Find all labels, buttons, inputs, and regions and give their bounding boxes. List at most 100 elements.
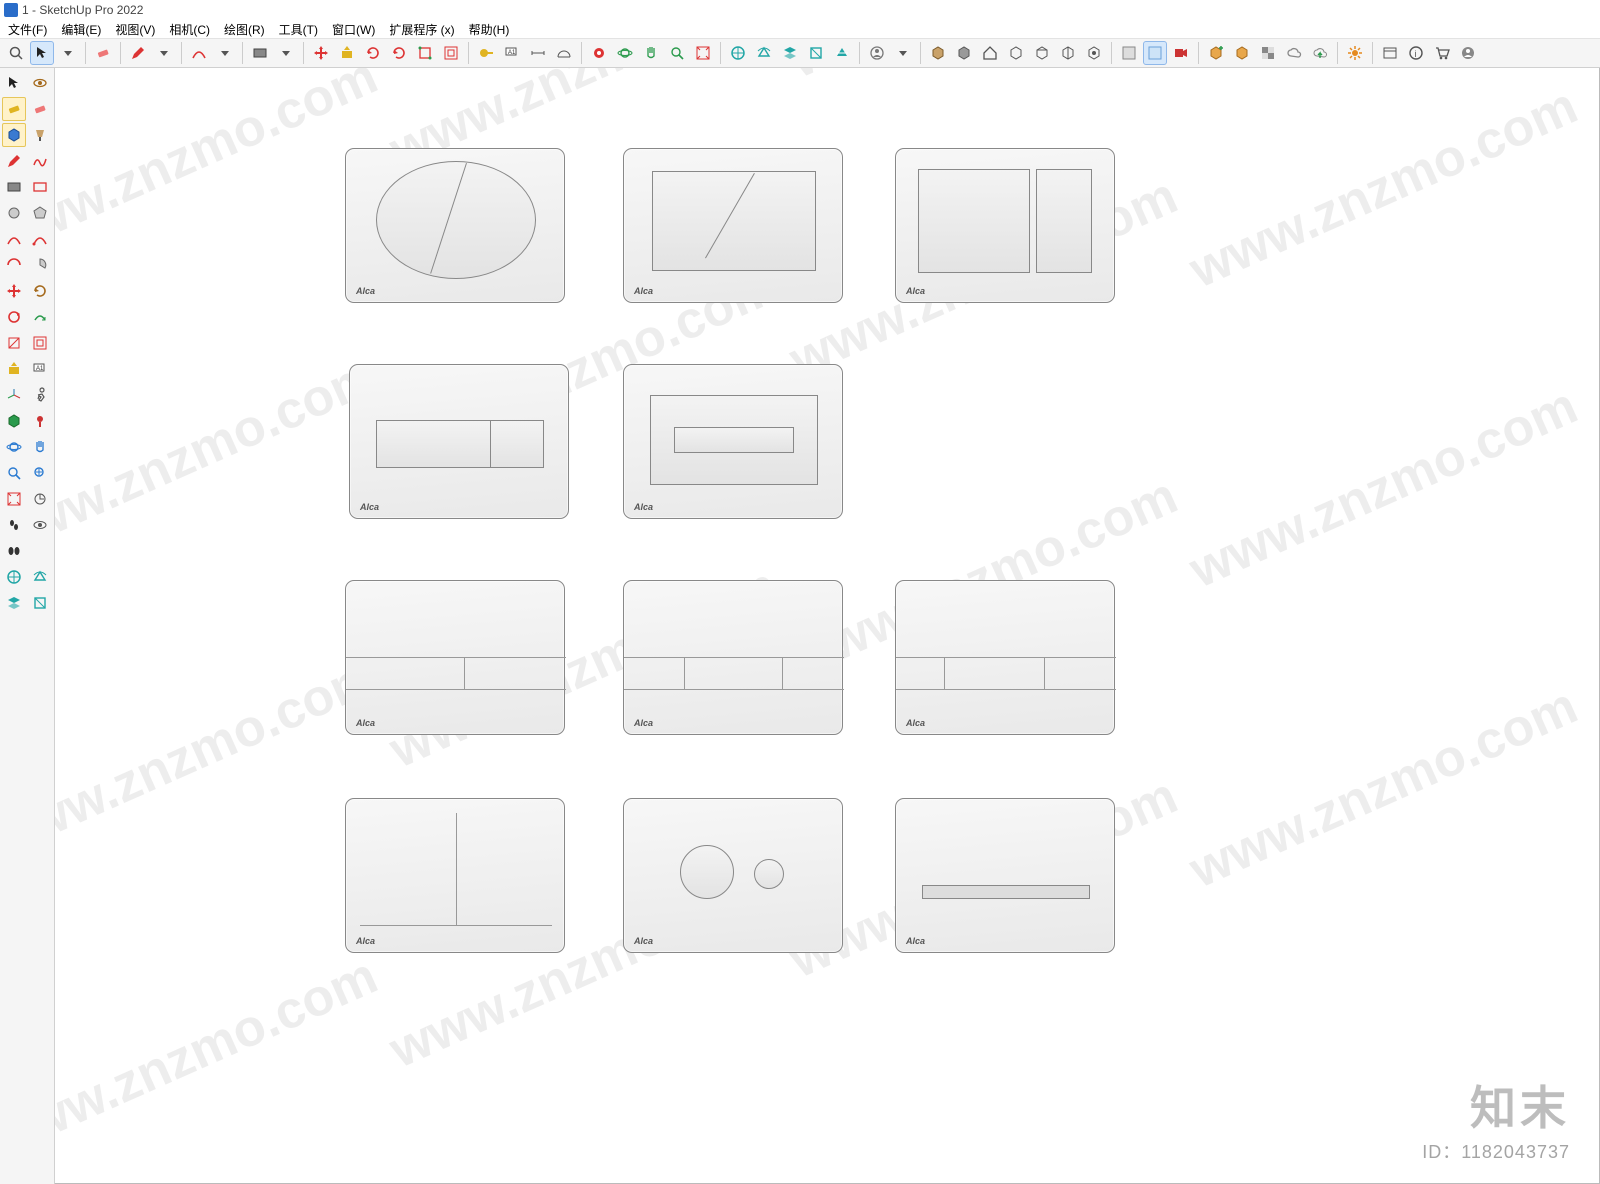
video-button[interactable] xyxy=(1169,41,1193,65)
arc-dropdown-button[interactable] xyxy=(213,41,237,65)
extension-red-button[interactable] xyxy=(587,41,611,65)
info-button[interactable]: i xyxy=(1404,41,1428,65)
offset-red-button[interactable] xyxy=(28,331,52,355)
section-cyan-button[interactable] xyxy=(752,41,776,65)
rect-button[interactable] xyxy=(248,41,272,65)
pie-button[interactable] xyxy=(28,253,52,277)
pan-blue-button[interactable] xyxy=(28,435,52,459)
text-label-button[interactable]: A1 xyxy=(500,41,524,65)
eraser-y-button[interactable] xyxy=(2,97,26,121)
section-cyan2-button[interactable] xyxy=(28,591,52,615)
protractor-button[interactable] xyxy=(552,41,576,65)
box6-button[interactable] xyxy=(1082,41,1106,65)
followme-g-button[interactable] xyxy=(28,305,52,329)
pushpull-button[interactable] xyxy=(335,41,359,65)
menu-edit[interactable]: 编辑(E) xyxy=(57,21,105,38)
section-cut-button[interactable] xyxy=(830,41,854,65)
menu-extensions[interactable]: 扩展程序 (x) xyxy=(385,21,458,38)
user-dropdown-button[interactable] xyxy=(891,41,915,65)
rect-dropdown-button[interactable] xyxy=(274,41,298,65)
walk-ft-button[interactable] xyxy=(2,513,26,537)
select-arrow-button[interactable] xyxy=(2,71,26,95)
menu-draw[interactable]: 绘图(R) xyxy=(220,21,269,38)
geo-cloud-button[interactable] xyxy=(1282,41,1306,65)
eraser2-button[interactable] xyxy=(28,97,52,121)
section-blue2-button[interactable] xyxy=(28,565,52,589)
geo-add-button[interactable] xyxy=(1204,41,1228,65)
zoom-prev-button[interactable] xyxy=(28,461,52,485)
face-style1-button[interactable] xyxy=(1117,41,1141,65)
pencil-red-button[interactable] xyxy=(2,149,26,173)
section-display-button[interactable] xyxy=(804,41,828,65)
menu-window[interactable]: 窗口(W) xyxy=(328,21,379,38)
section-g-button[interactable] xyxy=(2,409,26,433)
rotate-tool-button[interactable] xyxy=(28,279,52,303)
pencil-dropdown-button[interactable] xyxy=(152,41,176,65)
arc2-button[interactable] xyxy=(28,227,52,251)
menu-camera[interactable]: 相机(C) xyxy=(165,21,214,38)
position-button[interactable] xyxy=(28,409,52,433)
box5-button[interactable] xyxy=(1056,41,1080,65)
zoom-extents-button[interactable] xyxy=(691,41,715,65)
rotate-button[interactable] xyxy=(361,41,385,65)
select-button[interactable] xyxy=(30,41,54,65)
pushpull-y-button[interactable] xyxy=(2,357,26,381)
dimension-button[interactable] xyxy=(526,41,550,65)
component-blue-button[interactable] xyxy=(2,123,26,147)
look-eye-button[interactable] xyxy=(28,513,52,537)
text-a1-button[interactable]: A1 xyxy=(28,357,52,381)
window-button[interactable] xyxy=(1378,41,1402,65)
look-button[interactable] xyxy=(28,487,52,511)
house-button[interactable] xyxy=(978,41,1002,65)
section-blue-button[interactable] xyxy=(726,41,750,65)
paint-button[interactable] xyxy=(28,123,52,147)
freehand-button[interactable] xyxy=(28,149,52,173)
rotate2-button[interactable] xyxy=(387,41,411,65)
rect-tool-button[interactable] xyxy=(2,175,26,199)
rect-wire-button[interactable] xyxy=(28,175,52,199)
eraser-button[interactable] xyxy=(91,41,115,65)
pencil-button[interactable] xyxy=(126,41,150,65)
shoes-button[interactable] xyxy=(2,539,26,563)
zoom-button[interactable] xyxy=(665,41,689,65)
cart-button[interactable] xyxy=(1430,41,1454,65)
zoom-blue-button[interactable] xyxy=(2,461,26,485)
profile-button[interactable] xyxy=(1456,41,1480,65)
scale-red-button[interactable] xyxy=(2,331,26,355)
box4-button[interactable] xyxy=(1030,41,1054,65)
move-button[interactable] xyxy=(309,41,333,65)
geo-export-button[interactable] xyxy=(1308,41,1332,65)
walk-button[interactable] xyxy=(28,383,52,407)
box1-button[interactable] xyxy=(926,41,950,65)
geo-check-button[interactable] xyxy=(1256,41,1280,65)
polygon-button[interactable] xyxy=(28,201,52,225)
arc-red-button[interactable] xyxy=(2,227,26,251)
orbit-eye-button[interactable] xyxy=(28,71,52,95)
menu-tools[interactable]: 工具(T) xyxy=(275,21,322,38)
circle-button[interactable] xyxy=(2,201,26,225)
tape-button[interactable] xyxy=(474,41,498,65)
orbit-button[interactable] xyxy=(613,41,637,65)
view-iso-button[interactable] xyxy=(2,565,26,589)
move-red-button[interactable] xyxy=(2,279,26,303)
layers-button[interactable] xyxy=(778,41,802,65)
geo-box-button[interactable] xyxy=(1230,41,1254,65)
box3-button[interactable] xyxy=(1004,41,1028,65)
menu-help[interactable]: 帮助(H) xyxy=(465,21,514,38)
layers-blue-button[interactable] xyxy=(2,591,26,615)
search-button[interactable] xyxy=(4,41,28,65)
arc-button[interactable] xyxy=(187,41,211,65)
face-style2-button[interactable] xyxy=(1143,41,1167,65)
select-dropdown-button[interactable] xyxy=(56,41,80,65)
box2-button[interactable] xyxy=(952,41,976,65)
model-viewport[interactable]: www.znzmo.comwww.znzmo.comwww.znzmo.comw… xyxy=(55,68,1600,1184)
orbit-blue-button[interactable] xyxy=(2,435,26,459)
arc3-button[interactable] xyxy=(2,253,26,277)
scale-button[interactable] xyxy=(413,41,437,65)
user-circle-button[interactable] xyxy=(865,41,889,65)
menu-view[interactable]: 视图(V) xyxy=(111,21,159,38)
menu-file[interactable]: 文件(F) xyxy=(4,21,51,38)
settings-orange-button[interactable] xyxy=(1343,41,1367,65)
pan-button[interactable] xyxy=(639,41,663,65)
zoom-ext-button[interactable] xyxy=(2,487,26,511)
